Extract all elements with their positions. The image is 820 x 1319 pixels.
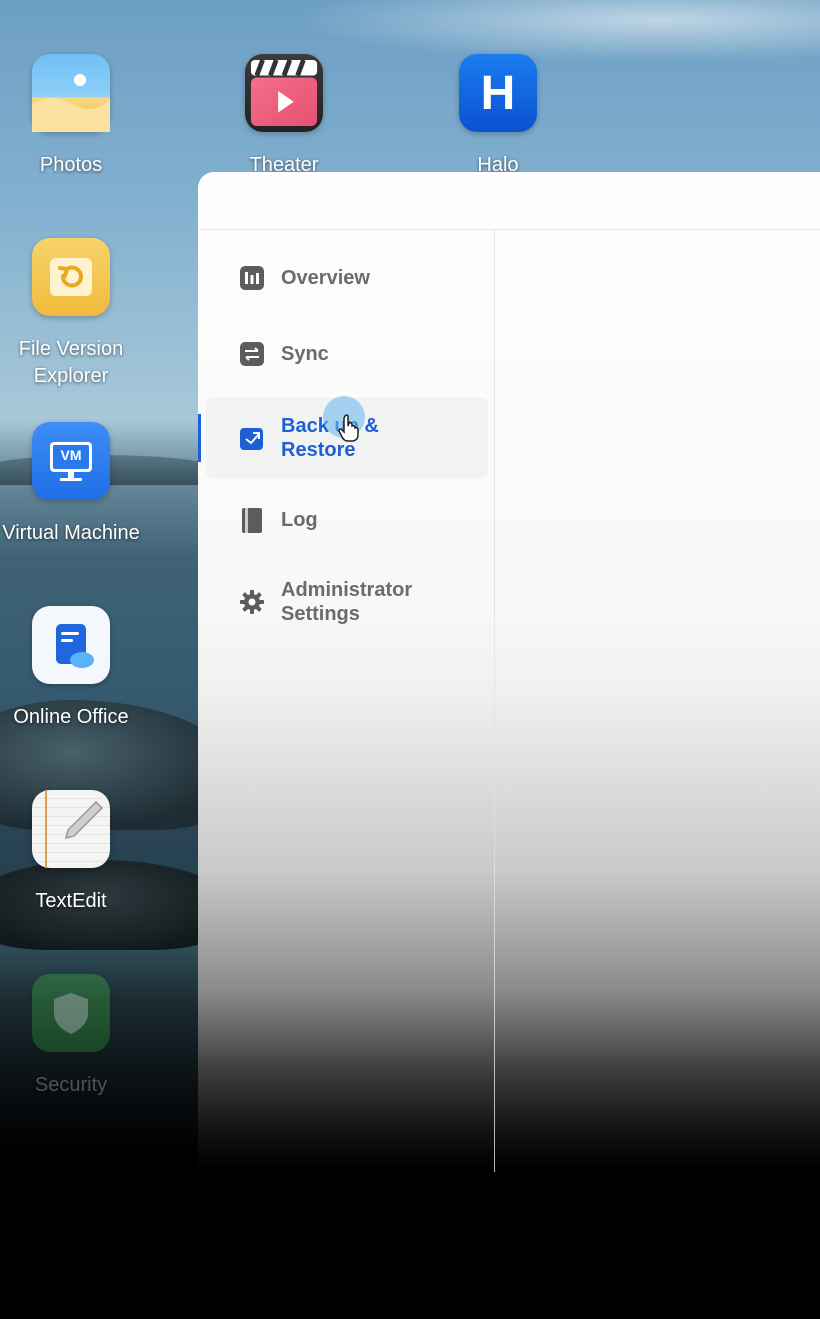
desktop-icon-halo[interactable]: H Halo — [423, 54, 573, 179]
log-icon — [239, 507, 265, 533]
desktop-icon-label: TextEdit — [35, 890, 107, 912]
desktop-icon-virtual-machine[interactable]: VM Virtual Machine — [0, 422, 146, 547]
desktop-icon-photos[interactable]: Photos — [0, 54, 146, 179]
textedit-icon — [32, 790, 110, 868]
overview-icon — [239, 265, 265, 291]
sidebar-item-label: Overview — [281, 267, 370, 289]
sidebar-item-label: Sync — [281, 343, 329, 365]
active-indicator — [198, 414, 201, 462]
photos-icon — [32, 54, 110, 132]
sync-icon — [239, 341, 265, 367]
sidebar-item-administrator-settings[interactable]: Administrator Settings — [206, 564, 488, 640]
desktop-icon-label: Online Office — [13, 706, 129, 728]
virtual-machine-icon: VM — [32, 422, 110, 500]
desktop-icon-label: Photos — [39, 154, 103, 176]
halo-glyph: H — [480, 66, 516, 120]
gear-icon — [239, 589, 265, 615]
theater-icon — [245, 54, 323, 132]
content-area — [495, 230, 820, 1172]
online-office-icon — [32, 606, 110, 684]
sidebar-item-sync[interactable]: Sync — [206, 330, 488, 378]
desktop-icon-security[interactable]: Security — [0, 974, 146, 1099]
app-window: Overview Sync Back up & Restore — [198, 172, 820, 1172]
desktop-icon-file-version-explorer[interactable]: File Version Explorer — [0, 238, 146, 390]
backup-restore-icon — [239, 425, 265, 451]
desktop-icon-label: Virtual Machine — [2, 522, 140, 544]
desktop-icon-theater[interactable]: Theater — [209, 54, 359, 179]
sidebar: Overview Sync Back up & Restore — [198, 230, 495, 1172]
sidebar-item-log[interactable]: Log — [206, 496, 488, 544]
hand-cursor-icon — [338, 414, 359, 442]
halo-icon: H — [459, 54, 537, 132]
window-titlebar[interactable] — [198, 172, 820, 230]
security-icon — [32, 974, 110, 1052]
sidebar-item-label: Log — [281, 509, 318, 531]
desktop-icon-label: File Version Explorer — [18, 338, 124, 387]
file-version-explorer-icon — [32, 238, 110, 316]
sidebar-item-label: Administrator Settings — [281, 579, 413, 625]
vm-glyph: VM — [60, 447, 82, 463]
desktop-icon-textedit[interactable]: TextEdit — [0, 790, 146, 915]
desktop-icon-online-office[interactable]: Online Office — [0, 606, 146, 731]
sidebar-item-overview[interactable]: Overview — [206, 254, 488, 302]
desktop-icon-label: Security — [34, 1074, 108, 1096]
